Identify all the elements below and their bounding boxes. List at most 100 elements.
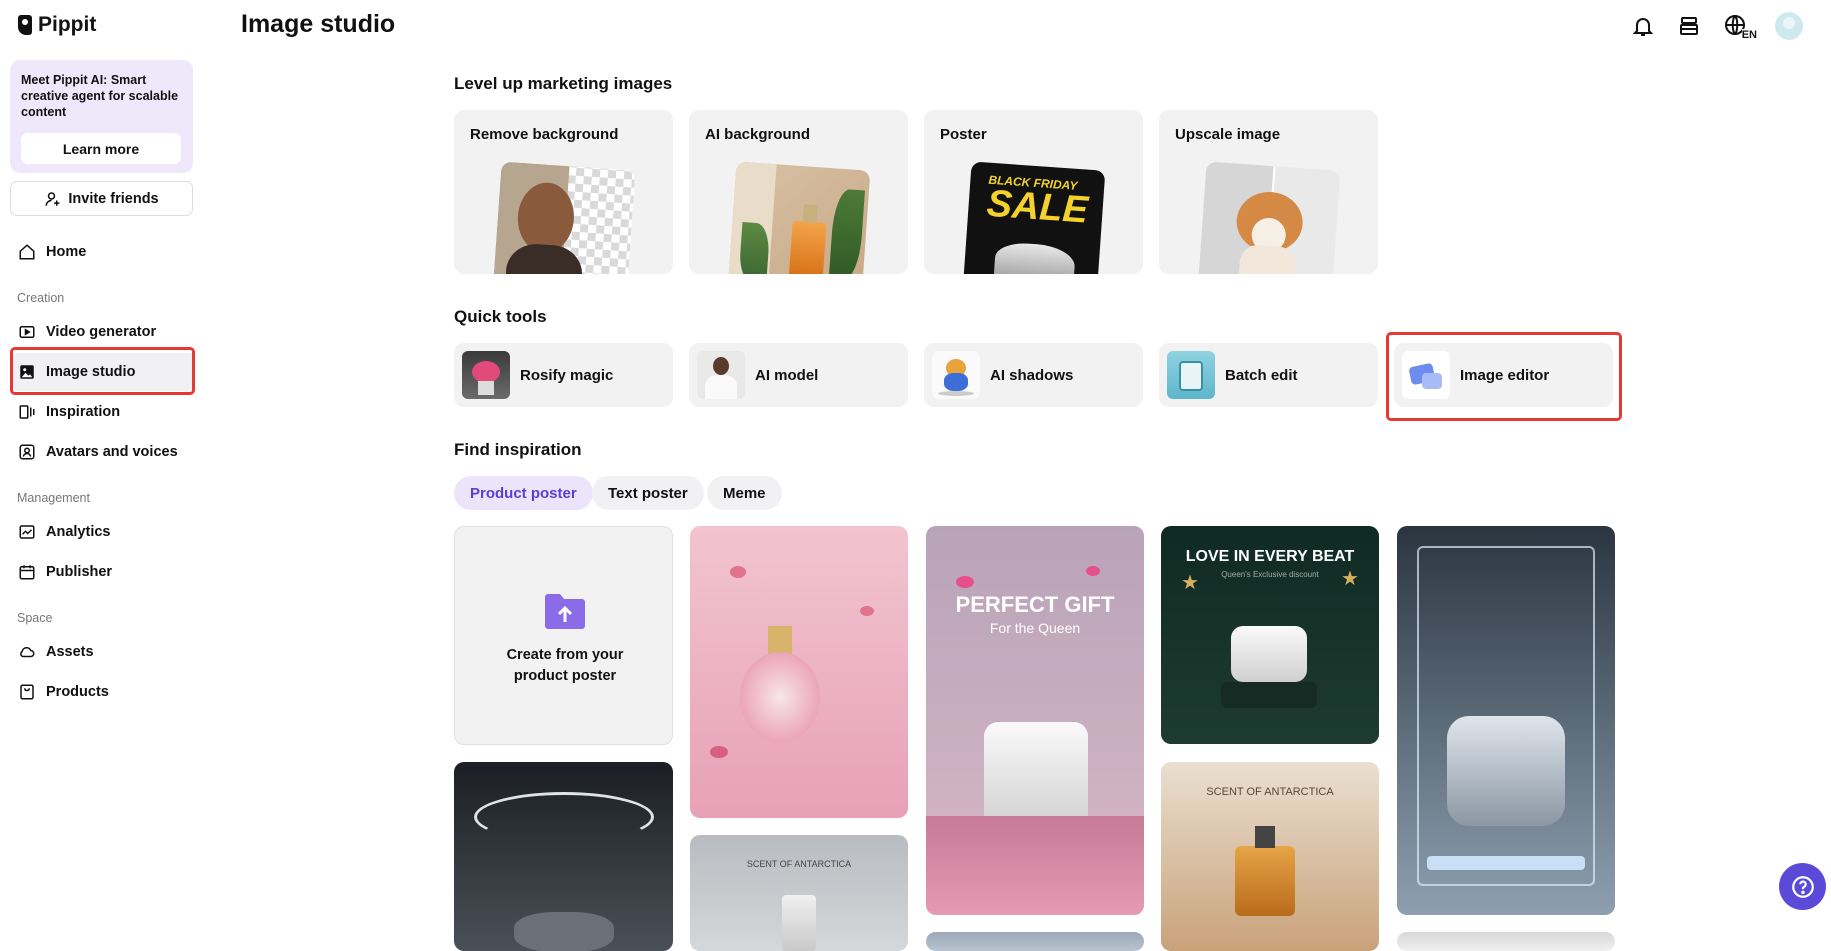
sidebar-item-label: Video generator (46, 324, 157, 340)
sidebar-item-label: Home (46, 244, 87, 260)
rosify-magic-thumbnail (462, 351, 510, 399)
ai-background-thumbnail (727, 161, 871, 274)
sidebar-item-analytics[interactable]: Analytics (10, 513, 195, 551)
sidebar-item-image-studio[interactable]: Image studio (10, 353, 195, 391)
video-generator-icon (19, 326, 35, 338)
create-from-poster-card[interactable]: Create from your product poster (454, 526, 673, 745)
tool-batch-edit[interactable]: Batch edit (1159, 343, 1378, 407)
ai-shadows-thumbnail (932, 351, 980, 399)
level-up-title: Level up marketing images (454, 74, 673, 93)
gift-title: PERFECT GIFT (955, 592, 1115, 617)
inspiration-tile-earbuds-glass[interactable] (1397, 526, 1615, 915)
sidebar-item-avatars-voices[interactable]: Avatars and voices (10, 433, 195, 471)
gift-subtitle: For the Queen (989, 620, 1081, 636)
stack-icon[interactable] (1677, 14, 1701, 38)
tool-label: AI shadows (990, 366, 1074, 384)
promo-card: Meet Pippit AI: Smart creative agent for… (10, 60, 193, 173)
inspiration-tile-partial-5[interactable] (1397, 932, 1615, 951)
pippit-logo[interactable]: Pippit (18, 13, 96, 37)
add-person-icon (45, 191, 60, 206)
upscale-image-card[interactable]: Upscale image (1159, 110, 1378, 274)
tool-ai-shadows[interactable]: AI shadows (924, 343, 1143, 407)
inspiration-tile-love-every-beat[interactable]: LOVE IN EVERY BEAT Queen's Exclusive dis… (1161, 526, 1379, 744)
find-inspiration-title: Find inspiration (454, 440, 582, 459)
scent-b-text: SCENT OF ANTARCTICA (1206, 786, 1334, 798)
section-management: Management (17, 491, 90, 505)
tool-label: Rosify magic (520, 366, 614, 384)
tool-image-editor[interactable]: Image editor (1394, 343, 1613, 407)
avatar-icon (19, 444, 35, 460)
remove-background-card[interactable]: Remove background (454, 110, 673, 274)
calendar-icon (19, 565, 35, 580)
card-label: Upscale image (1175, 126, 1281, 143)
tool-label: AI model (755, 366, 819, 384)
inspiration-tile-perfect-gift[interactable]: PERFECT GIFT For the Queen (926, 526, 1144, 915)
invite-friends-label: Invite friends (68, 190, 159, 207)
poster-thumbnail: BLACK FRIDAY SALE (962, 161, 1106, 274)
ai-background-card[interactable]: AI background (689, 110, 908, 274)
sidebar-item-label: Avatars and voices (46, 444, 178, 460)
invite-friends-button[interactable]: Invite friends (10, 181, 193, 216)
create-card-label: Create from your product poster (506, 647, 624, 684)
tool-label: Image editor (1460, 366, 1550, 384)
sidebar-item-assets[interactable]: Assets (10, 633, 195, 671)
sidebar-item-label: Analytics (46, 524, 111, 540)
inspiration-tile-perfume-roses[interactable] (690, 526, 908, 818)
sidebar-item-products[interactable]: Products (10, 673, 195, 711)
tab-text-poster[interactable]: Text poster (592, 476, 704, 510)
promo-text: Meet Pippit AI: Smart creative agent for… (21, 73, 179, 119)
card-label: AI background (705, 126, 811, 143)
language-selector[interactable]: EN (1723, 13, 1757, 41)
card-label: Poster (940, 126, 987, 143)
batch-edit-thumbnail (1167, 351, 1215, 399)
remove-background-thumbnail (492, 161, 636, 274)
image-studio-icon (20, 365, 34, 379)
tool-rosify-magic[interactable]: Rosify magic (454, 343, 673, 407)
learn-more-button[interactable]: Learn more (21, 133, 181, 164)
product-box-icon (20, 684, 34, 700)
sidebar-item-video-generator[interactable]: Video generator (10, 313, 195, 351)
help-icon (1791, 875, 1814, 898)
pippit-logo-icon (18, 15, 32, 35)
sidebar-item-publisher[interactable]: Publisher (10, 553, 195, 591)
poster-card[interactable]: Poster BLACK FRIDAY SALE (924, 110, 1143, 274)
ai-model-thumbnail (697, 351, 745, 399)
page-title: Image studio (241, 10, 396, 38)
sidebar-item-inspiration[interactable]: Inspiration (10, 393, 195, 431)
sidebar-item-home[interactable]: Home (10, 233, 195, 271)
sidebar-item-label: Assets (46, 644, 94, 660)
love-title: LOVE IN EVERY BEAT (1185, 548, 1355, 565)
inspiration-icon (19, 405, 35, 419)
tool-label: Batch edit (1225, 366, 1298, 384)
tab-meme[interactable]: Meme (707, 476, 782, 510)
help-button[interactable] (1779, 863, 1826, 910)
upload-folder-icon (543, 589, 587, 633)
sidebar: Pippit Meet Pippit AI: Smart creative ag… (0, 0, 200, 951)
section-creation: Creation (17, 291, 65, 305)
sidebar-item-label: Publisher (46, 564, 113, 580)
language-code: EN (1741, 29, 1757, 41)
cloud-icon (20, 646, 35, 658)
quick-tools-title: Quick tools (454, 307, 547, 326)
card-label: Remove background (470, 126, 619, 143)
image-editor-thumbnail (1402, 351, 1450, 399)
inspiration-tile-partial-3[interactable] (926, 932, 1144, 951)
sidebar-item-label: Inspiration (46, 404, 121, 420)
top-toolbar: EN (1631, 12, 1803, 41)
tool-ai-model[interactable]: AI model (689, 343, 908, 407)
tab-product-poster[interactable]: Product poster (454, 476, 593, 510)
scent-a-text: SCENT OF ANTARCTICA (746, 859, 852, 869)
analytics-icon (19, 525, 35, 539)
app-name: Pippit (38, 13, 97, 36)
sidebar-item-label: Image studio (46, 364, 136, 380)
home-icon (19, 244, 35, 260)
inspiration-tile-scent-b[interactable]: SCENT OF ANTARCTICA (1161, 762, 1379, 951)
inspiration-tile-scent-a[interactable]: SCENT OF ANTARCTICA (690, 835, 908, 951)
section-space: Space (17, 611, 53, 625)
upscale-image-thumbnail (1197, 161, 1341, 274)
user-avatar[interactable] (1775, 12, 1803, 40)
inspiration-tile-earbuds-dark[interactable] (454, 762, 673, 951)
sale-main-text: SALE (985, 182, 1090, 232)
sidebar-item-label: Products (46, 684, 109, 700)
bell-icon[interactable] (1631, 14, 1655, 38)
